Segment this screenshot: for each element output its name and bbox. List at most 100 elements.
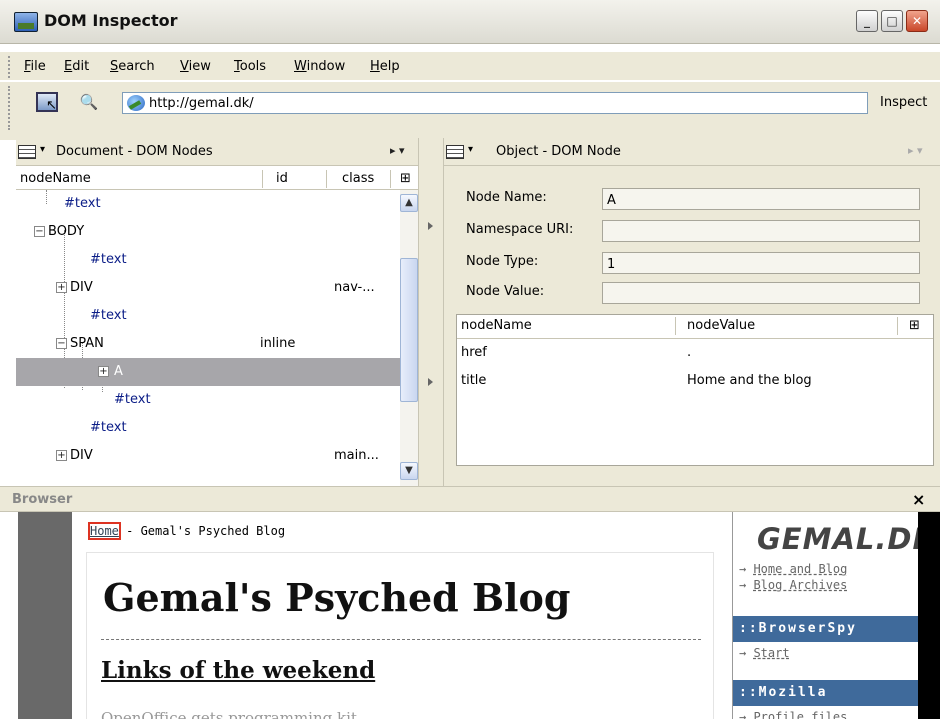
dom-node-header: ▾ Object - DOM Node ▸ ▾: [444, 138, 940, 166]
close-icon[interactable]: ×: [912, 490, 925, 509]
node-value-field[interactable]: [602, 282, 920, 304]
sidebar-section-browserspy: ::BrowserSpy: [733, 616, 919, 642]
table-row[interactable]: href .: [457, 339, 933, 367]
expand-icon[interactable]: +: [56, 450, 67, 461]
panel-splitter[interactable]: [418, 138, 444, 490]
column-class[interactable]: class: [342, 171, 374, 186]
tree-row[interactable]: + DIV nav-...: [16, 274, 400, 302]
node-name-label: Node Name:: [466, 190, 547, 205]
menu-tools[interactable]: Tools: [234, 59, 266, 74]
site-logo[interactable]: GEMAL.DK: [757, 522, 936, 556]
namespace-uri-field[interactable]: [602, 220, 920, 242]
menu-edit[interactable]: Edit: [64, 59, 89, 74]
close-button[interactable]: ✕: [906, 10, 928, 32]
menu-bar: File Edit Search View Tools Window Help: [0, 52, 940, 80]
node-name-field[interactable]: A: [602, 188, 920, 210]
breadcrumb-rest: - Gemal's Psyched Blog: [118, 524, 286, 538]
url-text: http://gemal.dk/: [149, 96, 254, 111]
sidebar-link-home[interactable]: → Home and Blog: [739, 562, 847, 576]
node-class: main...: [334, 448, 379, 463]
column-divider[interactable]: [675, 317, 676, 335]
menu-window[interactable]: Window: [294, 59, 345, 74]
tree-row[interactable]: + DIV main...: [16, 442, 400, 470]
attr-value: .: [687, 345, 692, 360]
find-node-icon[interactable]: 🔍: [78, 92, 100, 112]
inspect-button[interactable]: Inspect: [880, 95, 927, 110]
splitter-arrow-icon[interactable]: [428, 378, 433, 386]
home-link[interactable]: Home: [88, 522, 121, 540]
column-divider[interactable]: [390, 170, 391, 188]
tree-row[interactable]: − SPAN inline: [16, 330, 400, 358]
panel-menu-icon[interactable]: ▸ ▾: [908, 144, 923, 157]
breadcrumb: Home - Gemal's Psyched Blog: [88, 522, 286, 540]
namespace-uri-label: Namespace URI:: [466, 222, 574, 237]
dom-nodes-header: ▾ Document - DOM Nodes ▸ ▾: [16, 138, 418, 166]
browser-title: Browser: [12, 492, 73, 507]
menu-file[interactable]: File: [24, 59, 46, 74]
column-attr-value[interactable]: nodeValue: [687, 318, 755, 333]
tree-row[interactable]: #text: [16, 386, 400, 414]
viewer-list-icon[interactable]: [18, 145, 36, 159]
splitter-arrow-icon[interactable]: [428, 222, 433, 230]
viewer-dropdown-icon[interactable]: ▾: [40, 144, 45, 155]
menu-search[interactable]: Search: [110, 59, 155, 74]
title-bar[interactable]: DOM Inspector _ □ ✕: [0, 0, 940, 44]
menu-help[interactable]: Help: [370, 59, 400, 74]
node-type-label: Node Type:: [466, 254, 539, 269]
node-class: nav-...: [334, 280, 375, 295]
attributes-header: nodeName nodeValue ⊞: [457, 315, 933, 339]
column-id[interactable]: id: [276, 171, 288, 186]
tree-column-headers: nodeName id class ⊞: [16, 168, 418, 190]
inspect-element-icon[interactable]: [36, 92, 58, 113]
sidebar-link-archives[interactable]: → Blog Archives: [739, 578, 847, 592]
node-label: #text: [90, 420, 127, 435]
sidebar-link-profile-files[interactable]: → Profile files: [739, 710, 847, 719]
page-main-column: Home - Gemal's Psyched Blog Gemal's Psyc…: [72, 512, 732, 719]
column-attr-name[interactable]: nodeName: [461, 318, 532, 333]
dom-node-panel: ▾ Object - DOM Node ▸ ▾ Node Name: A Nam…: [444, 138, 940, 490]
expand-icon[interactable]: +: [56, 282, 67, 293]
node-type-field[interactable]: 1: [602, 252, 920, 274]
tree-row-selected[interactable]: + A: [16, 358, 400, 386]
dom-node-title: Object - DOM Node: [496, 144, 621, 159]
sidebar-section-mozilla: ::Mozilla: [733, 680, 919, 706]
scroll-down-icon[interactable]: ▼: [400, 462, 418, 480]
scroll-up-icon[interactable]: ▲: [400, 194, 418, 212]
tree-row[interactable]: #text: [16, 302, 400, 330]
attr-name: href: [461, 345, 487, 360]
sidebar-link-start[interactable]: → Start: [739, 646, 790, 660]
minimize-button[interactable]: _: [856, 10, 878, 32]
tree-row[interactable]: − BODY: [16, 218, 400, 246]
column-divider[interactable]: [897, 317, 898, 335]
menubar-grip[interactable]: [8, 56, 13, 78]
scroll-thumb[interactable]: [400, 258, 418, 402]
url-input[interactable]: http://gemal.dk/: [122, 92, 868, 114]
inspector-toolbar: 🔍 http://gemal.dk/ Inspect: [0, 82, 940, 140]
column-nodename[interactable]: nodeName: [20, 171, 91, 186]
tree-row[interactable]: #text: [16, 246, 400, 274]
tree-row[interactable]: #text: [16, 414, 400, 442]
node-label: A: [114, 364, 123, 379]
column-divider[interactable]: [326, 170, 327, 188]
node-label: #text: [90, 308, 127, 323]
post-title-link[interactable]: Links of the weekend: [101, 657, 375, 684]
collapse-icon[interactable]: −: [34, 226, 45, 237]
tree-scrollbar[interactable]: ▲ ▼: [400, 190, 418, 490]
site-title: Gemal's Psyched Blog: [103, 575, 571, 620]
viewer-list-icon[interactable]: [446, 145, 464, 159]
tree-row[interactable]: #text: [16, 190, 400, 218]
panel-menu-icon[interactable]: ▸ ▾: [390, 144, 405, 157]
toolbar-grip[interactable]: [8, 86, 13, 130]
collapse-icon[interactable]: −: [56, 338, 67, 349]
viewer-dropdown-icon[interactable]: ▾: [468, 144, 473, 155]
column-divider[interactable]: [262, 170, 263, 188]
window-title: DOM Inspector: [44, 11, 178, 30]
expand-icon[interactable]: +: [98, 366, 109, 377]
column-picker-icon[interactable]: ⊞: [400, 171, 411, 186]
browser-pane-header: Browser ×: [0, 486, 940, 512]
attr-name: title: [461, 373, 487, 388]
table-row[interactable]: title Home and the blog: [457, 367, 933, 395]
maximize-button[interactable]: □: [881, 10, 903, 32]
column-picker-icon[interactable]: ⊞: [909, 318, 920, 333]
menu-view[interactable]: View: [180, 59, 211, 74]
